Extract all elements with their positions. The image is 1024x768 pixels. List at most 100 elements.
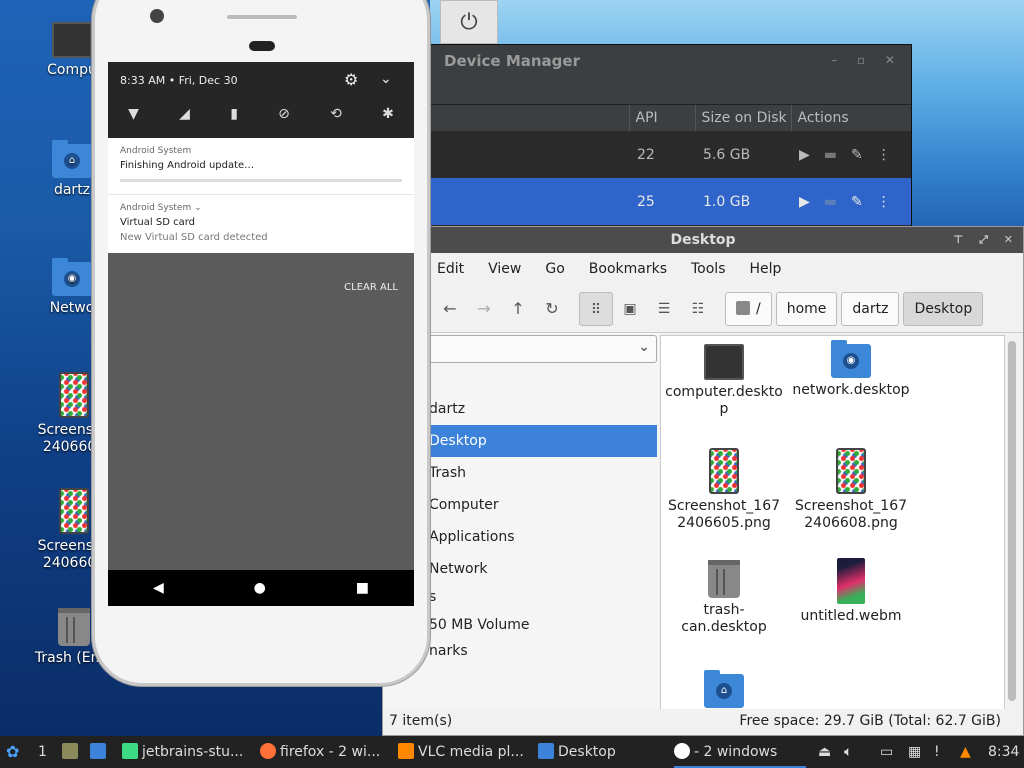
breadcrumb: / home dartz Desktop — [725, 291, 984, 326]
volume-icon[interactable]: 🔈︎ — [844, 736, 862, 768]
bluetooth-icon[interactable]: ✱ — [382, 106, 394, 122]
menu-help[interactable]: Help — [750, 261, 782, 277]
file-item[interactable]: Screenshot_167 2406605.png — [661, 448, 787, 532]
table-row[interactable]: 22 5.6 GB ▶▬✎⋮ — [381, 131, 911, 178]
folder-icon[interactable]: ▬ — [824, 147, 851, 163]
window-controls[interactable]: ⊤ ⤢ ✕ — [953, 227, 1019, 253]
column-header-api[interactable]: API — [628, 105, 695, 131]
breadcrumb-desktop[interactable]: Desktop — [903, 291, 984, 326]
play-icon[interactable]: ▶ — [799, 147, 824, 163]
breadcrumb-home[interactable]: home — [775, 291, 838, 326]
play-icon[interactable]: ▶ — [799, 194, 824, 210]
sidebar-item-computer[interactable]: Computer — [427, 489, 657, 521]
file-item[interactable]: ⌂ — [661, 670, 787, 712]
device-manager-toolbar — [381, 77, 911, 105]
more-icon[interactable]: ⋮ — [877, 194, 905, 210]
power-icon: ⏻ — [460, 10, 478, 35]
clear-all-button[interactable]: CLEAR ALL — [344, 282, 398, 293]
wifi-icon[interactable]: ▼ — [128, 106, 139, 122]
clock[interactable]: 8:34 — [988, 736, 1022, 768]
eject-icon[interactable]: ⏏ — [818, 736, 834, 768]
back-icon[interactable]: ◀ — [153, 580, 164, 596]
battery-icon[interactable]: ▮ — [230, 106, 238, 122]
vlc-tray-icon[interactable]: ▲ — [960, 736, 978, 768]
rotate-icon[interactable]: ⟲ — [330, 106, 342, 122]
folder-icon[interactable]: ▬ — [824, 194, 851, 210]
menu-bookmarks[interactable]: Bookmarks — [589, 261, 667, 277]
dnd-icon[interactable]: ⊘ — [278, 106, 290, 122]
menu-view[interactable]: View — [488, 261, 521, 277]
notification-title: Finishing Android update… — [120, 160, 255, 171]
chevron-down-icon[interactable]: ⌄ — [380, 71, 392, 87]
workspace-switcher[interactable]: 1 — [38, 736, 52, 768]
window-title: Desktop — [670, 232, 736, 248]
taskbar-item-jetbrains[interactable]: jetbrains-stu... — [122, 736, 252, 768]
notification-card[interactable]: Android System Finishing Android update…… — [108, 138, 414, 253]
signal-icon[interactable]: ◢ — [179, 106, 190, 122]
compact-view-button[interactable]: ☰ — [647, 292, 681, 326]
sidebar-item-dartz[interactable]: dartz — [427, 393, 657, 425]
home-folder-icon: ⌂ — [52, 140, 92, 178]
file-item[interactable]: trash- can.desktop — [661, 560, 787, 636]
reload-icon[interactable]: ↻ — [535, 299, 569, 318]
file-item[interactable]: ◉ network.desktop — [788, 340, 914, 399]
image-icon — [59, 488, 89, 534]
recents-icon[interactable]: ■ — [356, 580, 369, 596]
breadcrumb-dartz[interactable]: dartz — [841, 291, 900, 326]
file-item[interactable]: untitled.webm — [788, 558, 914, 625]
clipboard-icon[interactable]: ▭ — [880, 736, 898, 768]
taskbar-item-vlc[interactable]: VLC media pl... — [398, 736, 528, 768]
more-icon[interactable]: ⋮ — [877, 147, 905, 163]
taskbar-item-firefox[interactable]: firefox - 2 wi... — [260, 736, 390, 768]
menu-bar: Edit View Go Bookmarks Tools Help — [383, 253, 1023, 285]
show-desktop-icon[interactable] — [90, 736, 112, 768]
taskbar-item-desktop[interactable]: Desktop — [538, 736, 668, 768]
edit-icon[interactable]: ✎ — [851, 194, 877, 210]
detail-view-button[interactable]: ☷ — [681, 292, 715, 326]
scrollbar[interactable] — [1008, 341, 1016, 701]
quick-settings-tiles: ▼ ◢ ▮ ⊘ ⟲ ✱ — [108, 106, 414, 122]
sidebar-item-applications[interactable]: Applications — [427, 521, 657, 553]
icon-view-button[interactable]: ⠿ — [579, 291, 613, 326]
file-item[interactable]: Screenshot_167 2406608.png — [788, 448, 914, 532]
up-arrow-icon[interactable]: ↑ — [501, 299, 535, 318]
device-manager-window: Device Manager – ▫ ✕ API Size on Disk Ac… — [380, 44, 912, 244]
emulator-screen[interactable]: 8:33 AM • Fri, Dec 30 ⚙ ⌄ ▼ ◢ ▮ ⊘ ⟲ ✱ An… — [108, 62, 414, 606]
notification-icon[interactable]: ! — [934, 736, 952, 768]
back-arrow-icon[interactable]: ← — [433, 299, 467, 318]
sidebar-item-trash[interactable]: Trash — [427, 457, 657, 489]
breadcrumb-root[interactable]: / — [725, 291, 772, 326]
column-header-actions[interactable]: Actions — [790, 105, 911, 131]
sidebar-section-bookmarks: narks — [429, 643, 468, 659]
size-cell: 5.6 GB — [703, 146, 751, 163]
home-folder-icon: ⌂ — [704, 670, 744, 708]
gear-icon[interactable]: ⚙ — [344, 70, 358, 89]
menu-tools[interactable]: Tools — [691, 261, 726, 277]
power-button[interactable]: ⏻ — [440, 0, 498, 44]
menu-go[interactable]: Go — [545, 261, 564, 277]
edit-icon[interactable]: ✎ — [851, 147, 877, 163]
thumbnail-view-button[interactable]: ▣ — [613, 292, 647, 326]
taskbar-item-windows[interactable]: - 2 windows — [674, 736, 806, 768]
home-icon[interactable]: ● — [254, 580, 266, 596]
search-icon — [736, 300, 750, 315]
table-row[interactable]: 25 1.0 GB ▶▬✎⋮ — [381, 178, 911, 225]
menu-edit[interactable]: Edit — [437, 261, 464, 277]
column-header-size[interactable]: Size on Disk — [694, 105, 791, 131]
notification-title: Virtual SD card — [120, 217, 195, 228]
start-menu-icon[interactable]: ✿ — [6, 736, 26, 768]
speaker-grille — [227, 15, 297, 19]
taskbar: ✿ 1 jetbrains-stu... firefox - 2 wi... V… — [0, 736, 1024, 768]
sidebar-item-desktop[interactable]: Desktop — [427, 425, 657, 457]
file-item[interactable]: computer.deskto p — [661, 344, 787, 418]
camera-icon — [150, 9, 164, 23]
sidebar-mode-select[interactable]: ⌄ — [427, 335, 657, 363]
video-icon — [837, 558, 865, 604]
network-icon[interactable]: ▦ — [908, 736, 926, 768]
file-manager-launcher-icon[interactable] — [62, 736, 82, 768]
forward-arrow-icon[interactable]: → — [467, 299, 501, 318]
navigation-toolbar: ← → ↑ ↻ ⠿ ▣ ☰ ☷ / home dartz Desktop — [383, 285, 1023, 333]
file-grid: computer.deskto p ◉ network.desktop Scre… — [660, 335, 1005, 711]
api-cell: 25 — [629, 178, 695, 225]
window-controls[interactable]: – ▫ ✕ — [831, 53, 903, 67]
